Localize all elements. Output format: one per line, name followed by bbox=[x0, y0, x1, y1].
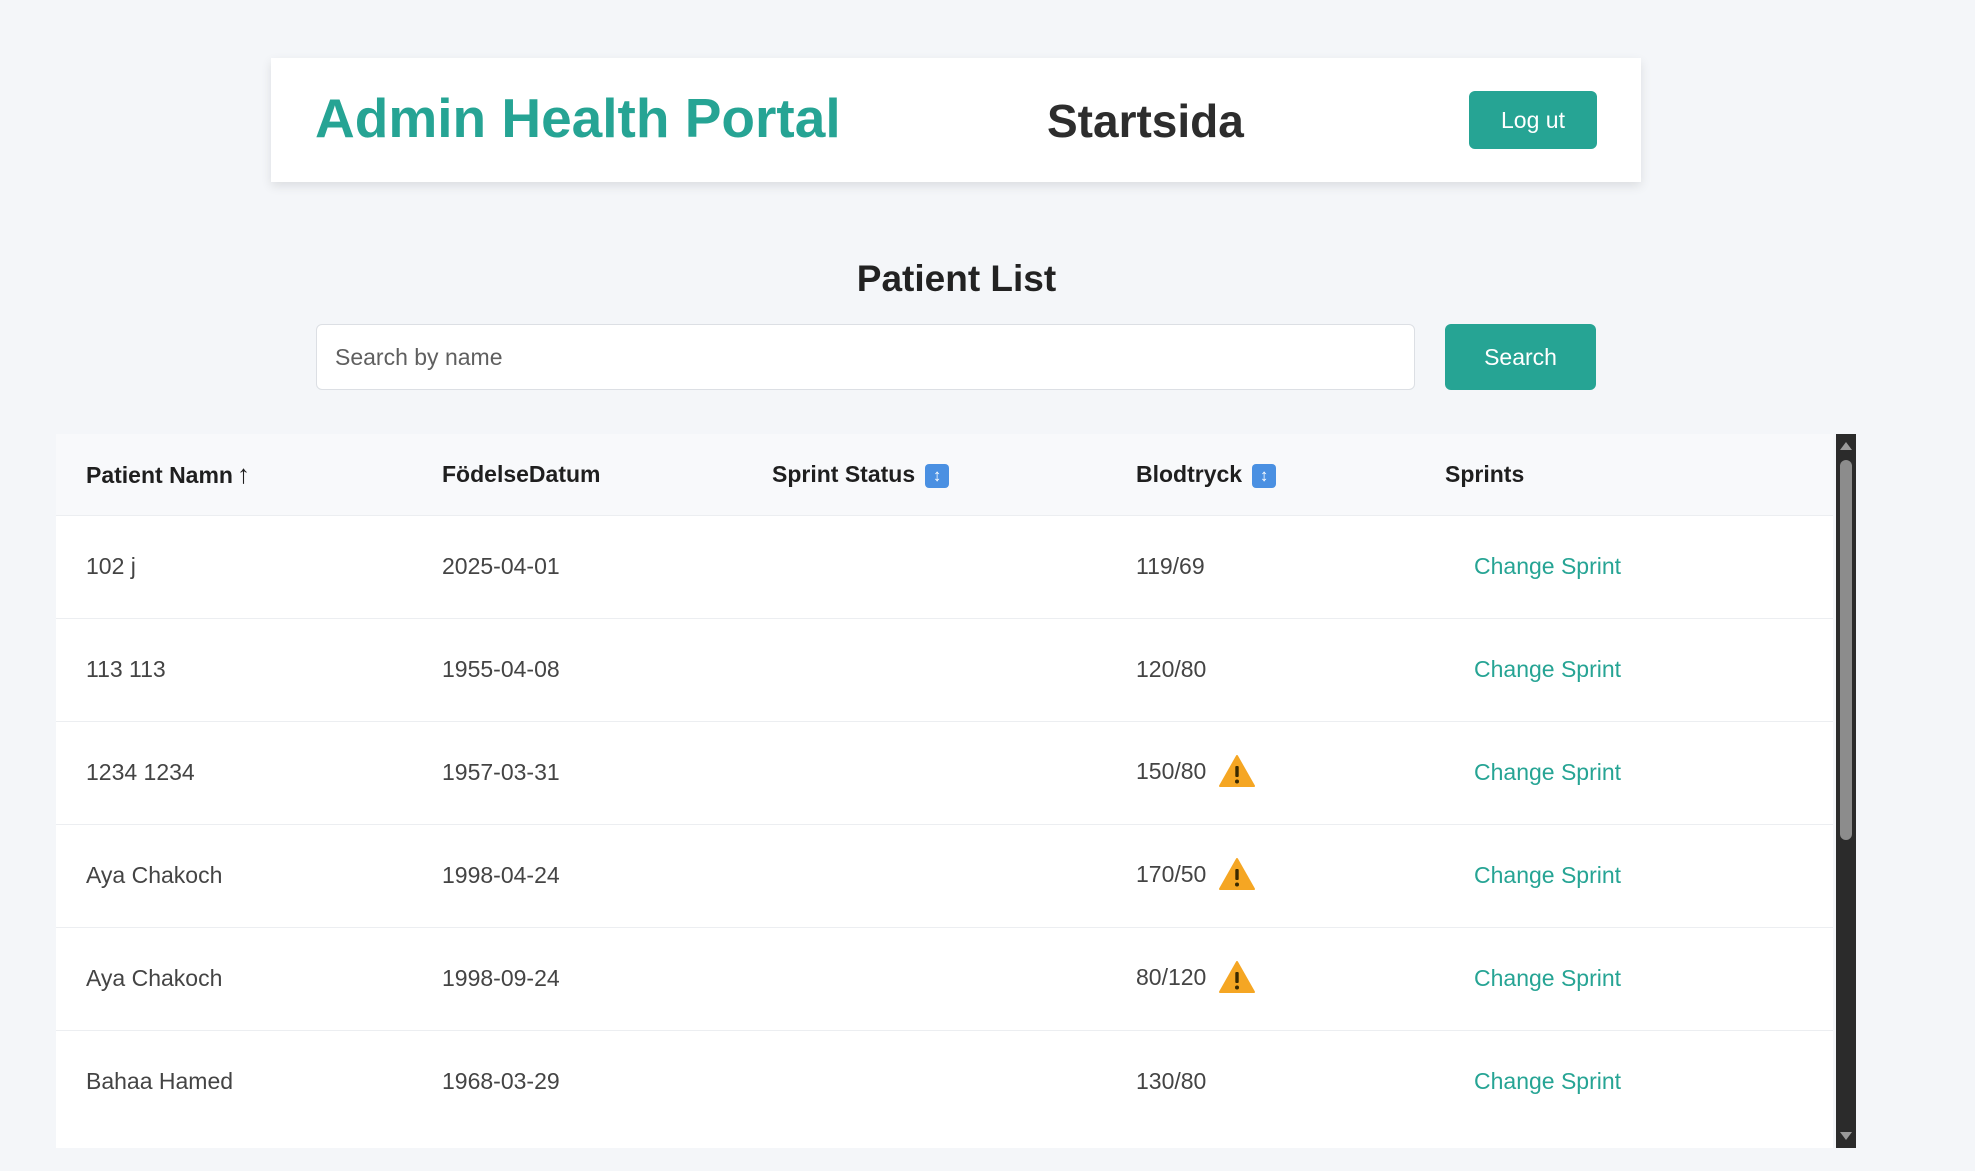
cell-blood-pressure: 170/50 bbox=[1106, 824, 1415, 927]
blood-pressure-value: 130/80 bbox=[1136, 1068, 1207, 1095]
birth-date: 2025-04-01 bbox=[442, 553, 560, 579]
cell-sprints: Change Sprint bbox=[1415, 618, 1833, 721]
scroll-down-arrow-icon[interactable] bbox=[1840, 1132, 1852, 1140]
blood-pressure-value: 119/69 bbox=[1136, 553, 1205, 579]
cell-patient-name: 102 j bbox=[56, 515, 412, 618]
patient-table: Patient Namn ↑ FödelseDatum Sprint Status… bbox=[56, 434, 1833, 1133]
cell-blood-pressure: 120/80 bbox=[1106, 618, 1415, 721]
birth-date: 1968-03-29 bbox=[442, 1068, 560, 1095]
search-button[interactable]: Search bbox=[1445, 324, 1596, 390]
blood-pressure-value: 150/80 bbox=[1136, 757, 1207, 784]
change-sprint-link[interactable]: Change Sprint bbox=[1474, 965, 1621, 991]
cell-sprints: Change Sprint bbox=[1415, 721, 1833, 824]
change-sprint-link[interactable]: Change Sprint bbox=[1474, 862, 1621, 888]
patient-name: 1234 1234 bbox=[86, 759, 195, 785]
column-header-name-label: Patient Namn bbox=[86, 461, 233, 488]
cell-sprint-status bbox=[742, 927, 1106, 1030]
cell-patient-name: Aya Chakoch bbox=[56, 927, 412, 1030]
scroll-up-arrow-icon[interactable] bbox=[1840, 442, 1852, 450]
cell-blood-pressure: 80/120 bbox=[1106, 927, 1415, 1030]
cell-sprint-status bbox=[742, 824, 1106, 927]
table-scrollbar[interactable] bbox=[1836, 434, 1856, 1148]
column-header-blood-pressure[interactable]: Blodtryck ↕ bbox=[1106, 434, 1415, 515]
patient-name: 113 113 bbox=[86, 656, 166, 682]
cell-sprint-status bbox=[742, 1030, 1106, 1133]
search-input[interactable] bbox=[316, 324, 1415, 390]
column-header-name[interactable]: Patient Namn ↑ bbox=[56, 434, 412, 515]
cell-dob: 2025-04-01 bbox=[412, 515, 742, 618]
cell-sprints: Change Sprint bbox=[1415, 1030, 1833, 1133]
cell-dob: 1968-03-29 bbox=[412, 1030, 742, 1133]
change-sprint-link[interactable]: Change Sprint bbox=[1474, 656, 1621, 682]
column-header-sprint-status-label: Sprint Status bbox=[772, 460, 916, 487]
up-down-arrow-icon[interactable]: ↕ bbox=[925, 463, 950, 488]
sort-ascending-icon[interactable]: ↑ bbox=[237, 459, 250, 489]
column-header-blood-pressure-label: Blodtryck bbox=[1136, 460, 1243, 487]
patient-name: 102 j bbox=[86, 553, 136, 579]
cell-sprints: Change Sprint bbox=[1415, 927, 1833, 1030]
table-row: 1234 1234 1957-03-31 150/80 Change Sprint bbox=[56, 721, 1833, 824]
cell-sprint-status bbox=[742, 515, 1106, 618]
birth-date: 1957-03-31 bbox=[442, 759, 560, 785]
blood-pressure-value: 120/80 bbox=[1136, 656, 1207, 682]
cell-patient-name: Bahaa Hamed bbox=[56, 1030, 412, 1133]
table-row: 102 j 2025-04-01 119/69 Change Sprint bbox=[56, 515, 1833, 618]
brand-title: Admin Health Portal bbox=[315, 87, 841, 149]
cell-dob: 1955-04-08 bbox=[412, 618, 742, 721]
patient-name: Aya Chakoch bbox=[86, 862, 223, 888]
logout-button[interactable]: Log ut bbox=[1469, 91, 1597, 149]
cell-blood-pressure: 150/80 bbox=[1106, 721, 1415, 824]
up-down-arrow-icon[interactable]: ↕ bbox=[1252, 463, 1277, 488]
cell-patient-name: Aya Chakoch bbox=[56, 824, 412, 927]
patient-name: Bahaa Hamed bbox=[86, 1068, 234, 1095]
column-header-dob-label: FödelseDatum bbox=[442, 460, 601, 487]
cell-blood-pressure: 119/69 bbox=[1106, 515, 1415, 618]
warning-icon bbox=[1218, 960, 1256, 994]
blood-pressure-value: 170/50 bbox=[1136, 860, 1207, 887]
cell-dob: 1998-04-24 bbox=[412, 824, 742, 927]
cell-sprint-status bbox=[742, 618, 1106, 721]
table-row: 113 113 1955-04-08 120/80 Change Sprint bbox=[56, 618, 1833, 721]
patient-list-title: Patient List bbox=[856, 258, 1057, 299]
cell-patient-name: 113 113 bbox=[56, 618, 412, 721]
birth-date: 1955-04-08 bbox=[442, 656, 560, 682]
column-header-sprints-label: Sprints bbox=[1445, 460, 1525, 487]
column-header-dob: FödelseDatum bbox=[412, 434, 742, 515]
cell-dob: 1998-09-24 bbox=[412, 927, 742, 1030]
column-header-sprint-status[interactable]: Sprint Status ↕ bbox=[742, 434, 1106, 515]
warning-icon bbox=[1218, 857, 1256, 891]
change-sprint-link[interactable]: Change Sprint bbox=[1474, 1068, 1621, 1094]
column-header-sprints: Sprints bbox=[1415, 434, 1833, 515]
patient-table-container: Patient Namn ↑ FödelseDatum Sprint Status… bbox=[56, 434, 1833, 1148]
change-sprint-link[interactable]: Change Sprint bbox=[1474, 759, 1621, 785]
birth-date: 1998-09-24 bbox=[442, 965, 560, 991]
cell-blood-pressure: 130/80 bbox=[1106, 1030, 1415, 1133]
cell-patient-name: 1234 1234 bbox=[56, 721, 412, 824]
cell-sprints: Change Sprint bbox=[1415, 515, 1833, 618]
table-row: Aya Chakoch 1998-04-24 170/50 Change Sprint bbox=[56, 824, 1833, 927]
cell-sprint-status bbox=[742, 721, 1106, 824]
warning-icon bbox=[1218, 754, 1256, 788]
blood-pressure-value: 80/120 bbox=[1136, 963, 1207, 990]
cell-dob: 1957-03-31 bbox=[412, 721, 742, 824]
table-row: Bahaa Hamed 1968-03-29 130/80 Change Sprint bbox=[56, 1030, 1833, 1133]
patient-name: Aya Chakoch bbox=[86, 965, 223, 991]
page-title: Startsida bbox=[1047, 95, 1244, 147]
birth-date: 1998-04-24 bbox=[442, 862, 560, 888]
change-sprint-link[interactable]: Change Sprint bbox=[1474, 553, 1621, 579]
scroll-thumb[interactable] bbox=[1840, 460, 1852, 840]
table-row: Aya Chakoch 1998-09-24 80/120 Change Sprint bbox=[56, 927, 1833, 1030]
cell-sprints: Change Sprint bbox=[1415, 824, 1833, 927]
top-header: Admin Health Portal Startsida Log ut bbox=[271, 58, 1641, 182]
table-header-row: Patient Namn ↑ FödelseDatum Sprint Status… bbox=[56, 434, 1833, 515]
